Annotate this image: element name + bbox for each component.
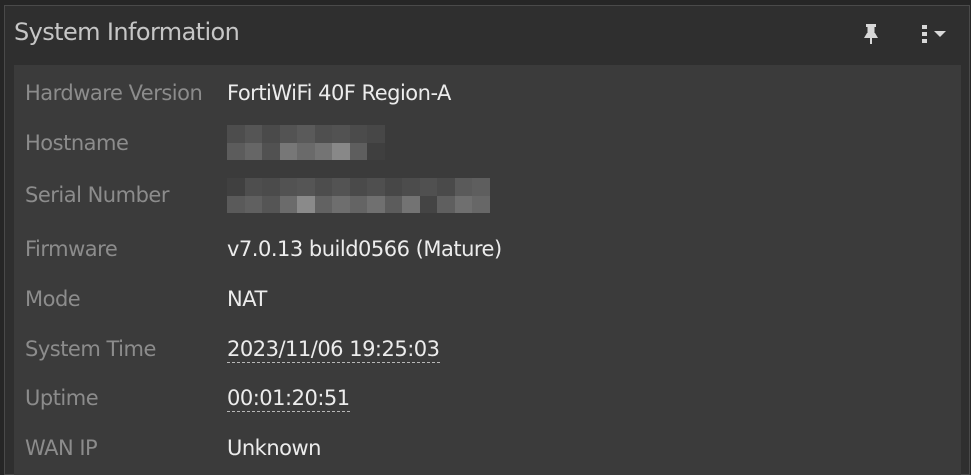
widget-menu-button[interactable]	[917, 20, 951, 48]
row-mode: Mode NAT	[14, 279, 961, 319]
hardware-version-value: FortiWiFi 40F Region-A	[227, 81, 451, 105]
caret-down-icon	[934, 31, 946, 37]
wan-ip-label: WAN IP	[25, 436, 98, 460]
row-uptime: Uptime 00:01:20:51	[14, 378, 961, 418]
row-firmware: Firmware v7.0.13 build0566 (Mature)	[14, 229, 961, 269]
row-wan-ip: WAN IP Unknown	[14, 428, 961, 468]
firmware-label: Firmware	[25, 237, 118, 261]
row-system-time: System Time 2023/11/06 19:25:03	[14, 329, 961, 369]
widget-header: System Information	[5, 6, 969, 63]
mode-value: NAT	[227, 287, 267, 311]
row-serial-number: Serial Number	[14, 175, 961, 215]
widget-title: System Information	[14, 18, 240, 46]
firmware-value: v7.0.13 build0566 (Mature)	[227, 237, 502, 261]
kebab-menu-icon	[922, 25, 927, 43]
hardware-version-label: Hardware Version	[25, 81, 203, 105]
wan-ip-value: Unknown	[227, 436, 321, 460]
mode-label: Mode	[25, 287, 81, 311]
pin-icon	[864, 24, 878, 44]
system-information-widget: System Information Hardware Version Fort…	[4, 5, 970, 475]
row-hostname: Hostname	[14, 123, 961, 163]
system-time-value[interactable]: 2023/11/06 19:25:03	[227, 337, 440, 363]
uptime-value[interactable]: 00:01:20:51	[227, 386, 350, 412]
row-hardware-version: Hardware Version FortiWiFi 40F Region-A	[14, 73, 961, 113]
hostname-label: Hostname	[25, 131, 129, 155]
pin-button[interactable]	[860, 20, 882, 48]
hostname-redacted-value	[227, 125, 385, 160]
uptime-label: Uptime	[25, 386, 99, 410]
system-time-label: System Time	[25, 337, 156, 361]
widget-body: Hardware Version FortiWiFi 40F Region-A …	[14, 65, 961, 475]
serial-number-redacted-value	[227, 178, 490, 213]
serial-number-label: Serial Number	[25, 183, 169, 207]
